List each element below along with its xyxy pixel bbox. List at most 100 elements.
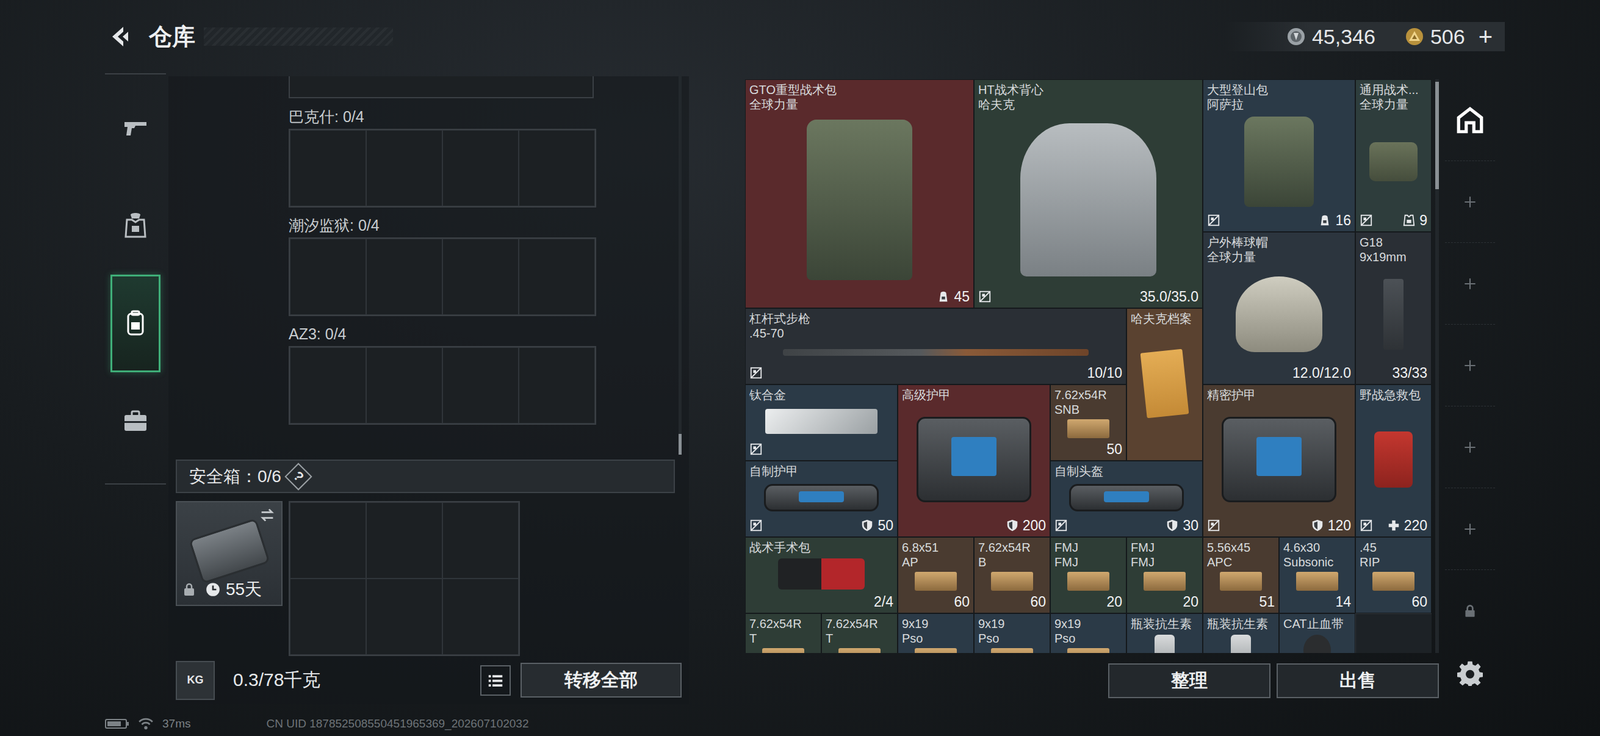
container-slot[interactable]: [366, 347, 443, 424]
item-value: 60: [953, 593, 970, 611]
inventory-item[interactable]: G189x19mm33/33: [1355, 231, 1432, 385]
container-slot[interactable]: [442, 238, 519, 315]
container-slot[interactable]: [518, 129, 595, 207]
container-slot[interactable]: [289, 347, 367, 424]
item-label: 野战急救包: [1359, 387, 1428, 403]
inventory-item[interactable]: 9x19Pso: [897, 613, 974, 653]
inventory-item[interactable]: 5.56x45APC51: [1202, 536, 1280, 614]
item-value: 16: [1335, 211, 1352, 229]
inventory-item[interactable]: 9x19Pso: [1050, 613, 1127, 653]
inventory-item[interactable]: 7.62x54RB60: [973, 536, 1051, 614]
container-slot[interactable]: [366, 129, 443, 207]
inventory-item[interactable]: 瓶装抗生素: [1126, 613, 1203, 653]
safe-box-slot[interactable]: [366, 578, 443, 655]
container-label: AZ3: 0/4: [288, 324, 675, 343]
item-value: 20: [1182, 593, 1199, 611]
inventory-item[interactable]: 高级护甲200: [897, 384, 1051, 537]
item-value: 45: [953, 288, 970, 306]
action-button[interactable]: 整理: [1108, 663, 1271, 699]
uninsured-icon: [1359, 213, 1373, 228]
inventory-item[interactable]: 4.6x30Subsonic14: [1279, 536, 1356, 614]
inventory-item[interactable]: 战术手术包2/4: [745, 536, 898, 614]
inventory-item[interactable]: 杠杆式步枪.45-7010/10: [745, 308, 1127, 385]
scrollbar[interactable]: [1435, 79, 1439, 653]
inventory-item[interactable]: FMJFMJ20: [1126, 536, 1203, 614]
list-button[interactable]: [480, 665, 511, 696]
inventory-item[interactable]: 户外棒球帽全球力量12.0/12.0: [1202, 231, 1356, 385]
stash-page-tab[interactable]: [1445, 651, 1496, 695]
container-slot[interactable]: [518, 347, 595, 424]
stash-page-tab[interactable]: [1445, 324, 1496, 407]
silver-coin-icon: [1286, 26, 1306, 47]
inventory-item[interactable]: 钛合金: [745, 384, 898, 461]
safe-box-card[interactable]: 55天: [175, 500, 283, 606]
stash-page-tab[interactable]: [1445, 488, 1496, 570]
item-picture: [901, 569, 970, 594]
uninsured-icon: [749, 518, 763, 533]
inventory-item[interactable]: 7.62x54RSNB50: [1050, 384, 1127, 461]
inventory-item[interactable]: GTO重型战术包全球力量45: [745, 79, 974, 309]
container-slot[interactable]: [442, 129, 519, 207]
item-value: 200: [1022, 516, 1046, 534]
item-picture: [749, 111, 970, 289]
inventory-item[interactable]: FMJFMJ20: [1050, 536, 1127, 614]
inventory-item[interactable]: 自制护甲 50: [745, 460, 898, 537]
safe-box-slot[interactable]: [442, 502, 519, 579]
safe-box-slot[interactable]: [289, 578, 367, 655]
action-button[interactable]: 出售: [1276, 663, 1439, 699]
inventory-item[interactable]: 通用战术...全球力量9: [1355, 79, 1432, 232]
stash-page-tab[interactable]: [1445, 161, 1496, 243]
safe-box-slot[interactable]: [289, 502, 367, 579]
inventory-item[interactable]: .45RIP60: [1355, 536, 1432, 614]
item-value: 50: [877, 516, 894, 534]
inventory-item[interactable]: 精密护甲120: [1202, 384, 1356, 537]
stash-page-tab[interactable]: [1445, 242, 1496, 325]
scrollbar[interactable]: [678, 76, 682, 455]
category-tab[interactable]: [110, 274, 161, 373]
container-slot[interactable]: [518, 238, 595, 315]
transfer-all-button[interactable]: 转移全部: [520, 662, 682, 698]
container-slot[interactable]: [442, 347, 519, 424]
item-label: 自制护甲: [749, 463, 894, 479]
list-icon: [486, 671, 505, 690]
item-picture: [1054, 569, 1123, 594]
inventory-item[interactable]: 7.62x54RT: [821, 613, 898, 653]
lock-icon: [1462, 602, 1478, 619]
capacity-icon: [936, 289, 951, 304]
inventory-item[interactable]: 自制头盔30: [1050, 460, 1203, 537]
pistol-icon: [120, 113, 151, 143]
container-slot[interactable]: [289, 129, 367, 207]
shield-icon: [1310, 518, 1325, 533]
inventory-item[interactable]: 9x19Pso: [973, 613, 1051, 653]
inventory-item[interactable]: 大型登山包阿萨拉16: [1202, 79, 1356, 232]
heal-plus-icon: [1387, 518, 1401, 533]
inventory-item[interactable]: 6.8x51AP60: [897, 536, 974, 614]
inventory-item[interactable]: 7.62x54RT: [745, 613, 822, 653]
inventory-item[interactable]: 野战急救包220: [1355, 384, 1432, 537]
safe-box-slot[interactable]: [442, 578, 519, 655]
back-button[interactable]: [104, 21, 135, 52]
warehouse-screen: 仓库45,346506+巴克什: 0/4潮汐监狱: 0/4AZ3: 0/4安全箱…: [0, 0, 1600, 736]
category-tab[interactable]: [110, 372, 161, 470]
safe-box-slot[interactable]: [366, 502, 443, 579]
safe-box-days: 55天: [225, 577, 262, 602]
safe-box-label: 安全箱：0/6: [189, 464, 282, 489]
container-slot[interactable]: [289, 238, 367, 315]
help-button[interactable]: ?: [284, 462, 312, 491]
capacity-icon: [1318, 213, 1332, 228]
container-block: AZ3: 0/4: [288, 324, 675, 425]
item-value: 60: [1411, 593, 1428, 611]
category-tab[interactable]: [110, 176, 161, 275]
add-currency-button[interactable]: +: [1476, 24, 1496, 49]
item-picture: [1054, 416, 1123, 441]
item-picture: [1207, 569, 1275, 594]
stash-page-tab[interactable]: [1445, 406, 1496, 489]
inventory-item[interactable]: 瓶装抗生素: [1202, 613, 1280, 653]
inventory-item[interactable]: HT战术背心哈夫克35.0/35.0: [973, 79, 1203, 309]
inventory-item[interactable]: CAT止血带: [1279, 613, 1356, 653]
stash-page-tab[interactable]: [1445, 569, 1496, 652]
category-tab[interactable]: [110, 79, 161, 177]
container-slot[interactable]: [366, 238, 443, 315]
stash-page-tab[interactable]: [1445, 79, 1496, 162]
inventory-item[interactable]: 哈夫克档案: [1126, 308, 1203, 461]
